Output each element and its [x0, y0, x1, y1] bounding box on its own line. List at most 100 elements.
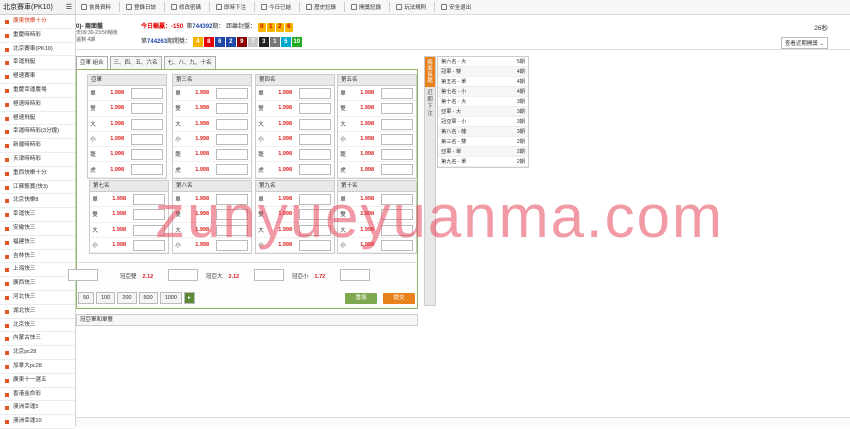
- bet-amount-input[interactable]: [216, 133, 248, 145]
- toolbar-item[interactable]: 會員資料: [81, 3, 111, 11]
- bet-amount-input[interactable]: [216, 149, 248, 161]
- toolbar-item[interactable]: 玩法規則: [396, 3, 426, 11]
- bet-amount-input[interactable]: [216, 118, 248, 130]
- menu-icon[interactable]: ☰: [66, 3, 72, 11]
- bet-amount-input[interactable]: [299, 164, 331, 176]
- toolbar-item[interactable]: 安全退出: [441, 3, 471, 11]
- bet-amount-input[interactable]: [299, 88, 331, 99]
- game-item[interactable]: 新疆時時彩: [0, 139, 75, 153]
- game-item[interactable]: 北京快樂8: [0, 194, 75, 209]
- amount-chip[interactable]: 1000: [159, 292, 182, 304]
- combo-amount-input[interactable]: [254, 269, 284, 281]
- bet-option: 龍: [175, 152, 181, 159]
- bet-option: 大: [340, 121, 346, 128]
- game-item[interactable]: 吉林快三: [0, 250, 75, 264]
- game-item[interactable]: 重西快樂十分: [0, 167, 75, 181]
- tab-item[interactable]: 三、四、五、六名: [109, 56, 162, 69]
- bet-amount-input[interactable]: [381, 118, 413, 130]
- bet-amount-input[interactable]: [381, 103, 413, 115]
- tab-item[interactable]: 亞軍 組合: [76, 56, 108, 69]
- game-item[interactable]: 極速時時彩: [0, 98, 75, 112]
- amount-chip[interactable]: 200: [117, 292, 137, 304]
- bet-amount-input[interactable]: [131, 118, 163, 130]
- game-item[interactable]: 幸運飛艇: [0, 56, 75, 71]
- bet-amount-input[interactable]: [299, 118, 331, 130]
- draw-number: 7: [247, 37, 258, 47]
- long-row: 第七名 - 小 4期: [438, 87, 528, 97]
- game-item[interactable]: 北京快三: [0, 319, 75, 333]
- bet-option: 虎: [175, 167, 181, 174]
- bet-amount-input[interactable]: [131, 133, 163, 145]
- side-tab[interactable]: 兩面長龍 近期下注: [424, 56, 436, 306]
- game-item[interactable]: 極速賽車: [0, 70, 75, 84]
- bet-amount-input[interactable]: [299, 133, 331, 145]
- game-item[interactable]: 內蒙古快三: [0, 332, 75, 347]
- game-item[interactable]: 澳洲幸運5: [0, 401, 75, 416]
- amount-chip[interactable]: 100: [96, 292, 116, 304]
- tab-item[interactable]: 七、八、九、十名: [163, 56, 216, 69]
- submit-button[interactable]: 提交: [383, 293, 415, 304]
- game-item[interactable]: 香港金命彩: [0, 388, 75, 402]
- bet-amount-input[interactable]: [381, 88, 413, 99]
- game-item[interactable]: 北京賽車(PK10): [0, 43, 75, 57]
- game-item[interactable]: 上海快三: [0, 263, 75, 278]
- game-item[interactable]: 河北快三: [0, 291, 75, 305]
- sub-tab[interactable]: 冠亞軍和單雙: [76, 314, 418, 326]
- toolbar-item[interactable]: 修改密碼: [171, 3, 201, 11]
- bet-amount-input[interactable]: [381, 164, 413, 176]
- toolbar-item[interactable]: 登錄日誌: [126, 3, 156, 11]
- confirm-chip-icon[interactable]: ▸: [183, 292, 195, 304]
- bet-odds: 1.998: [360, 136, 374, 143]
- bet-amount-input[interactable]: [381, 149, 413, 161]
- game-item[interactable]: 重慶時時彩: [0, 29, 75, 43]
- long-count: 2期: [516, 159, 525, 165]
- game-item[interactable]: 幸運時時彩(3分鐘): [0, 125, 75, 140]
- toolbar-item[interactable]: 今日已結: [261, 3, 291, 11]
- game-item[interactable]: 廣東十一選五: [0, 374, 75, 388]
- bet-amount-input[interactable]: [216, 88, 248, 99]
- bet-amount-input[interactable]: [216, 164, 248, 176]
- combo-amount-input[interactable]: [168, 269, 198, 281]
- bet-odds: 1.998: [110, 166, 124, 173]
- bet-row: 龍 1.998: [256, 147, 334, 163]
- toolbar-separator: [344, 2, 346, 12]
- toolbar-icon: [126, 4, 133, 10]
- toolbar-item[interactable]: 歷史記錄: [306, 3, 336, 11]
- long-name: 冠亞軍 - 小: [441, 119, 467, 125]
- bet-amount-input[interactable]: [131, 103, 163, 115]
- game-item[interactable]: 福建快三: [0, 236, 75, 250]
- countdown-balls: 0126: [257, 23, 294, 32]
- game-item[interactable]: 加拿大pc28: [0, 360, 75, 374]
- game-item[interactable]: 幸運快三: [0, 208, 75, 222]
- game-item[interactable]: 湖北快三: [0, 305, 75, 319]
- toolbar-item[interactable]: 開獎記錄: [351, 3, 381, 11]
- reset-button[interactable]: 重填: [345, 293, 377, 304]
- today-label: 今日輸贏：: [141, 24, 172, 30]
- close-label: 距離封盤：: [226, 24, 257, 30]
- amount-chip[interactable]: 50: [78, 292, 95, 304]
- game-item[interactable]: 北京pc28: [0, 346, 75, 360]
- bet-amount-input[interactable]: [381, 133, 413, 145]
- toolbar-label: 今日已結: [269, 5, 292, 11]
- combo-amount-input[interactable]: [340, 269, 370, 281]
- side-tab-bottom[interactable]: 近期下注: [425, 87, 435, 118]
- bet-amount-input[interactable]: [299, 149, 331, 161]
- game-item-active[interactable]: 廣東快樂十分: [0, 15, 75, 29]
- recent-draw-select[interactable]: 查看近期開獎 ⌄: [780, 37, 828, 49]
- bet-amount-input[interactable]: [299, 103, 331, 115]
- toolbar-item[interactable]: 即時下注: [216, 3, 246, 11]
- side-tab-top[interactable]: 兩面長龍: [425, 57, 435, 87]
- bet-amount-input[interactable]: [216, 103, 248, 115]
- game-item[interactable]: 江蘇骰寶(快3): [0, 181, 75, 195]
- bet-amount-input[interactable]: [131, 164, 163, 176]
- game-item[interactable]: 重慶幸運農場: [0, 84, 75, 98]
- amount-chip[interactable]: 500: [138, 292, 158, 304]
- bet-amount-input[interactable]: [131, 88, 163, 99]
- game-item[interactable]: 極速飛艇: [0, 112, 75, 126]
- bet-odds: 1.998: [110, 120, 124, 127]
- game-item[interactable]: 廣西快三: [0, 277, 75, 291]
- combo-amount-input[interactable]: [68, 269, 98, 281]
- game-item[interactable]: 天津時時彩: [0, 153, 75, 167]
- game-item[interactable]: 安徽快三: [0, 222, 75, 236]
- bet-amount-input[interactable]: [131, 149, 163, 161]
